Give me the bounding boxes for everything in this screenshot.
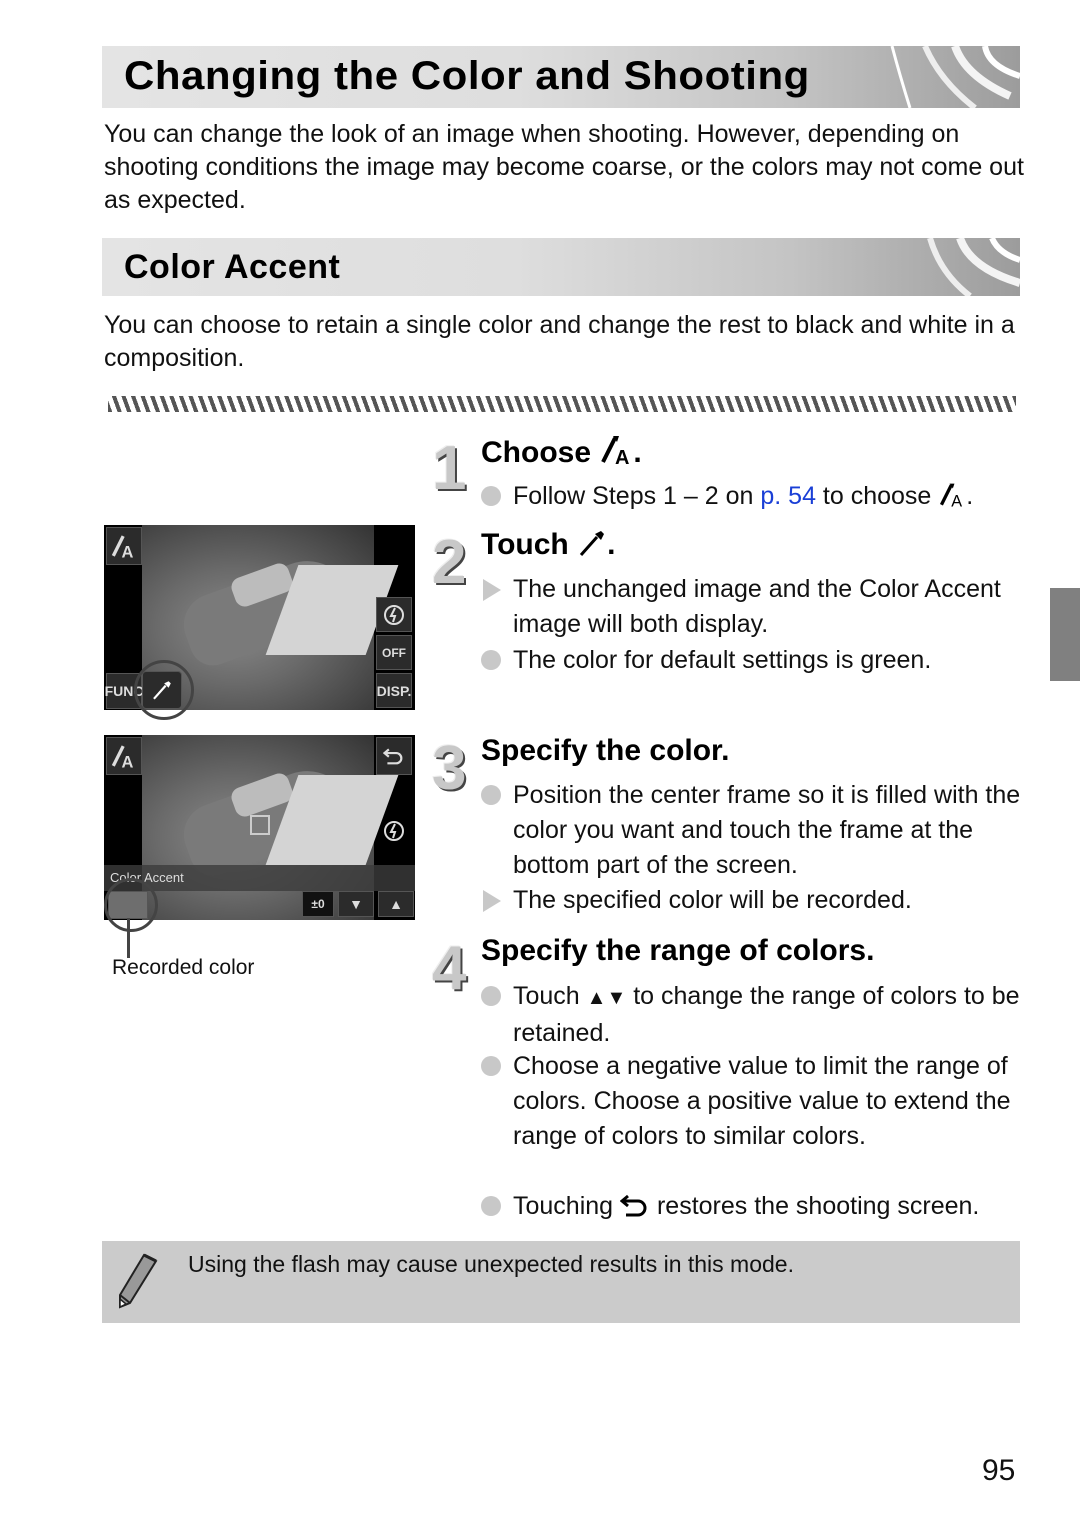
color-accent-icon: A bbox=[938, 482, 966, 518]
step-title: Specify the color. bbox=[481, 734, 730, 767]
highlight-circle bbox=[104, 878, 158, 932]
flash-off-button[interactable] bbox=[376, 597, 412, 632]
highlight-circle bbox=[134, 660, 194, 720]
section-title: Color Accent bbox=[124, 248, 341, 286]
bullet-icon bbox=[481, 1196, 501, 1216]
color-accent-mode-button[interactable]: A bbox=[106, 527, 142, 565]
pencil-icon bbox=[116, 1251, 160, 1314]
page-link[interactable]: p. 54 bbox=[760, 482, 816, 510]
range-up-button[interactable]: ▲ bbox=[378, 891, 414, 917]
return-button[interactable] bbox=[376, 737, 412, 775]
flash-off-icon bbox=[384, 604, 404, 625]
svg-text:A: A bbox=[122, 754, 134, 770]
range-value: ±0 bbox=[302, 891, 334, 917]
bullet-icon bbox=[481, 785, 501, 805]
flash-off-button[interactable] bbox=[376, 813, 412, 848]
result-arrow-icon bbox=[483, 579, 501, 601]
color-accent-mode-button[interactable]: A bbox=[106, 737, 142, 775]
recorded-color-caption: Recorded color bbox=[112, 956, 255, 979]
list-item: Position the center frame so it is fille… bbox=[481, 778, 1026, 883]
eyedropper-icon bbox=[577, 528, 607, 566]
hatch-divider bbox=[108, 396, 1016, 412]
section-title-bar: Color Accent bbox=[102, 238, 1020, 296]
bullet-icon bbox=[481, 986, 501, 1006]
step-number: 4 bbox=[432, 934, 467, 1003]
note-box: Using the flash may cause unexpected res… bbox=[102, 1241, 1020, 1323]
return-icon bbox=[383, 748, 403, 765]
page-number: 95 bbox=[982, 1454, 1016, 1487]
flash-off-icon bbox=[384, 820, 404, 841]
page-title: Changing the Color and Shooting bbox=[124, 54, 810, 98]
disp-button[interactable]: DISP. bbox=[376, 673, 412, 708]
bullet-icon bbox=[481, 1056, 501, 1076]
up-down-arrows-icon: ▲▼ bbox=[586, 987, 627, 1009]
step-number: 3 bbox=[432, 734, 467, 803]
section-description: You can choose to retain a single color … bbox=[104, 311, 1015, 372]
list-item: The specified color will be recorded. bbox=[481, 883, 1026, 918]
list-item: The color for default settings is green. bbox=[481, 643, 1026, 678]
page-title-bar: Changing the Color and Shooting bbox=[102, 46, 1020, 108]
svg-text:A: A bbox=[615, 447, 629, 466]
step-title: Choose A . bbox=[481, 434, 642, 474]
bullet-icon bbox=[481, 486, 501, 506]
step-number: 1 bbox=[432, 434, 467, 503]
self-timer-off-button[interactable]: OFF bbox=[376, 635, 412, 670]
list-item: Choose a negative value to limit the ran… bbox=[481, 1049, 1026, 1154]
intro-paragraph: You can change the look of an image when… bbox=[104, 120, 1024, 214]
center-frame[interactable] bbox=[250, 815, 270, 835]
note-text: Using the flash may cause unexpected res… bbox=[188, 1251, 794, 1277]
step-title: Specify the range of colors. bbox=[481, 934, 875, 967]
result-arrow-icon bbox=[483, 890, 501, 912]
decorative-rings-icon bbox=[927, 238, 1020, 296]
bullet-icon bbox=[481, 650, 501, 670]
list-item: Follow Steps 1 – 2 on p. 54 to choose A … bbox=[481, 479, 1026, 518]
color-accent-icon: A bbox=[599, 434, 633, 474]
decorative-rings-icon bbox=[890, 46, 1020, 108]
range-down-button[interactable]: ▼ bbox=[338, 891, 374, 917]
svg-text:A: A bbox=[122, 544, 134, 560]
list-item: The unchanged image and the Color Accent… bbox=[481, 572, 1026, 642]
step-title: Touch . bbox=[481, 528, 615, 566]
step-number: 2 bbox=[432, 528, 467, 597]
return-icon bbox=[619, 1192, 650, 1228]
list-item: Touch ▲▼ to change the range of colors t… bbox=[481, 979, 1026, 1051]
chapter-thumb-tab bbox=[1050, 588, 1080, 681]
svg-text:A: A bbox=[951, 492, 962, 508]
list-item: Touching restores the shooting screen. bbox=[481, 1189, 1026, 1228]
callout-leader-line bbox=[127, 918, 130, 958]
